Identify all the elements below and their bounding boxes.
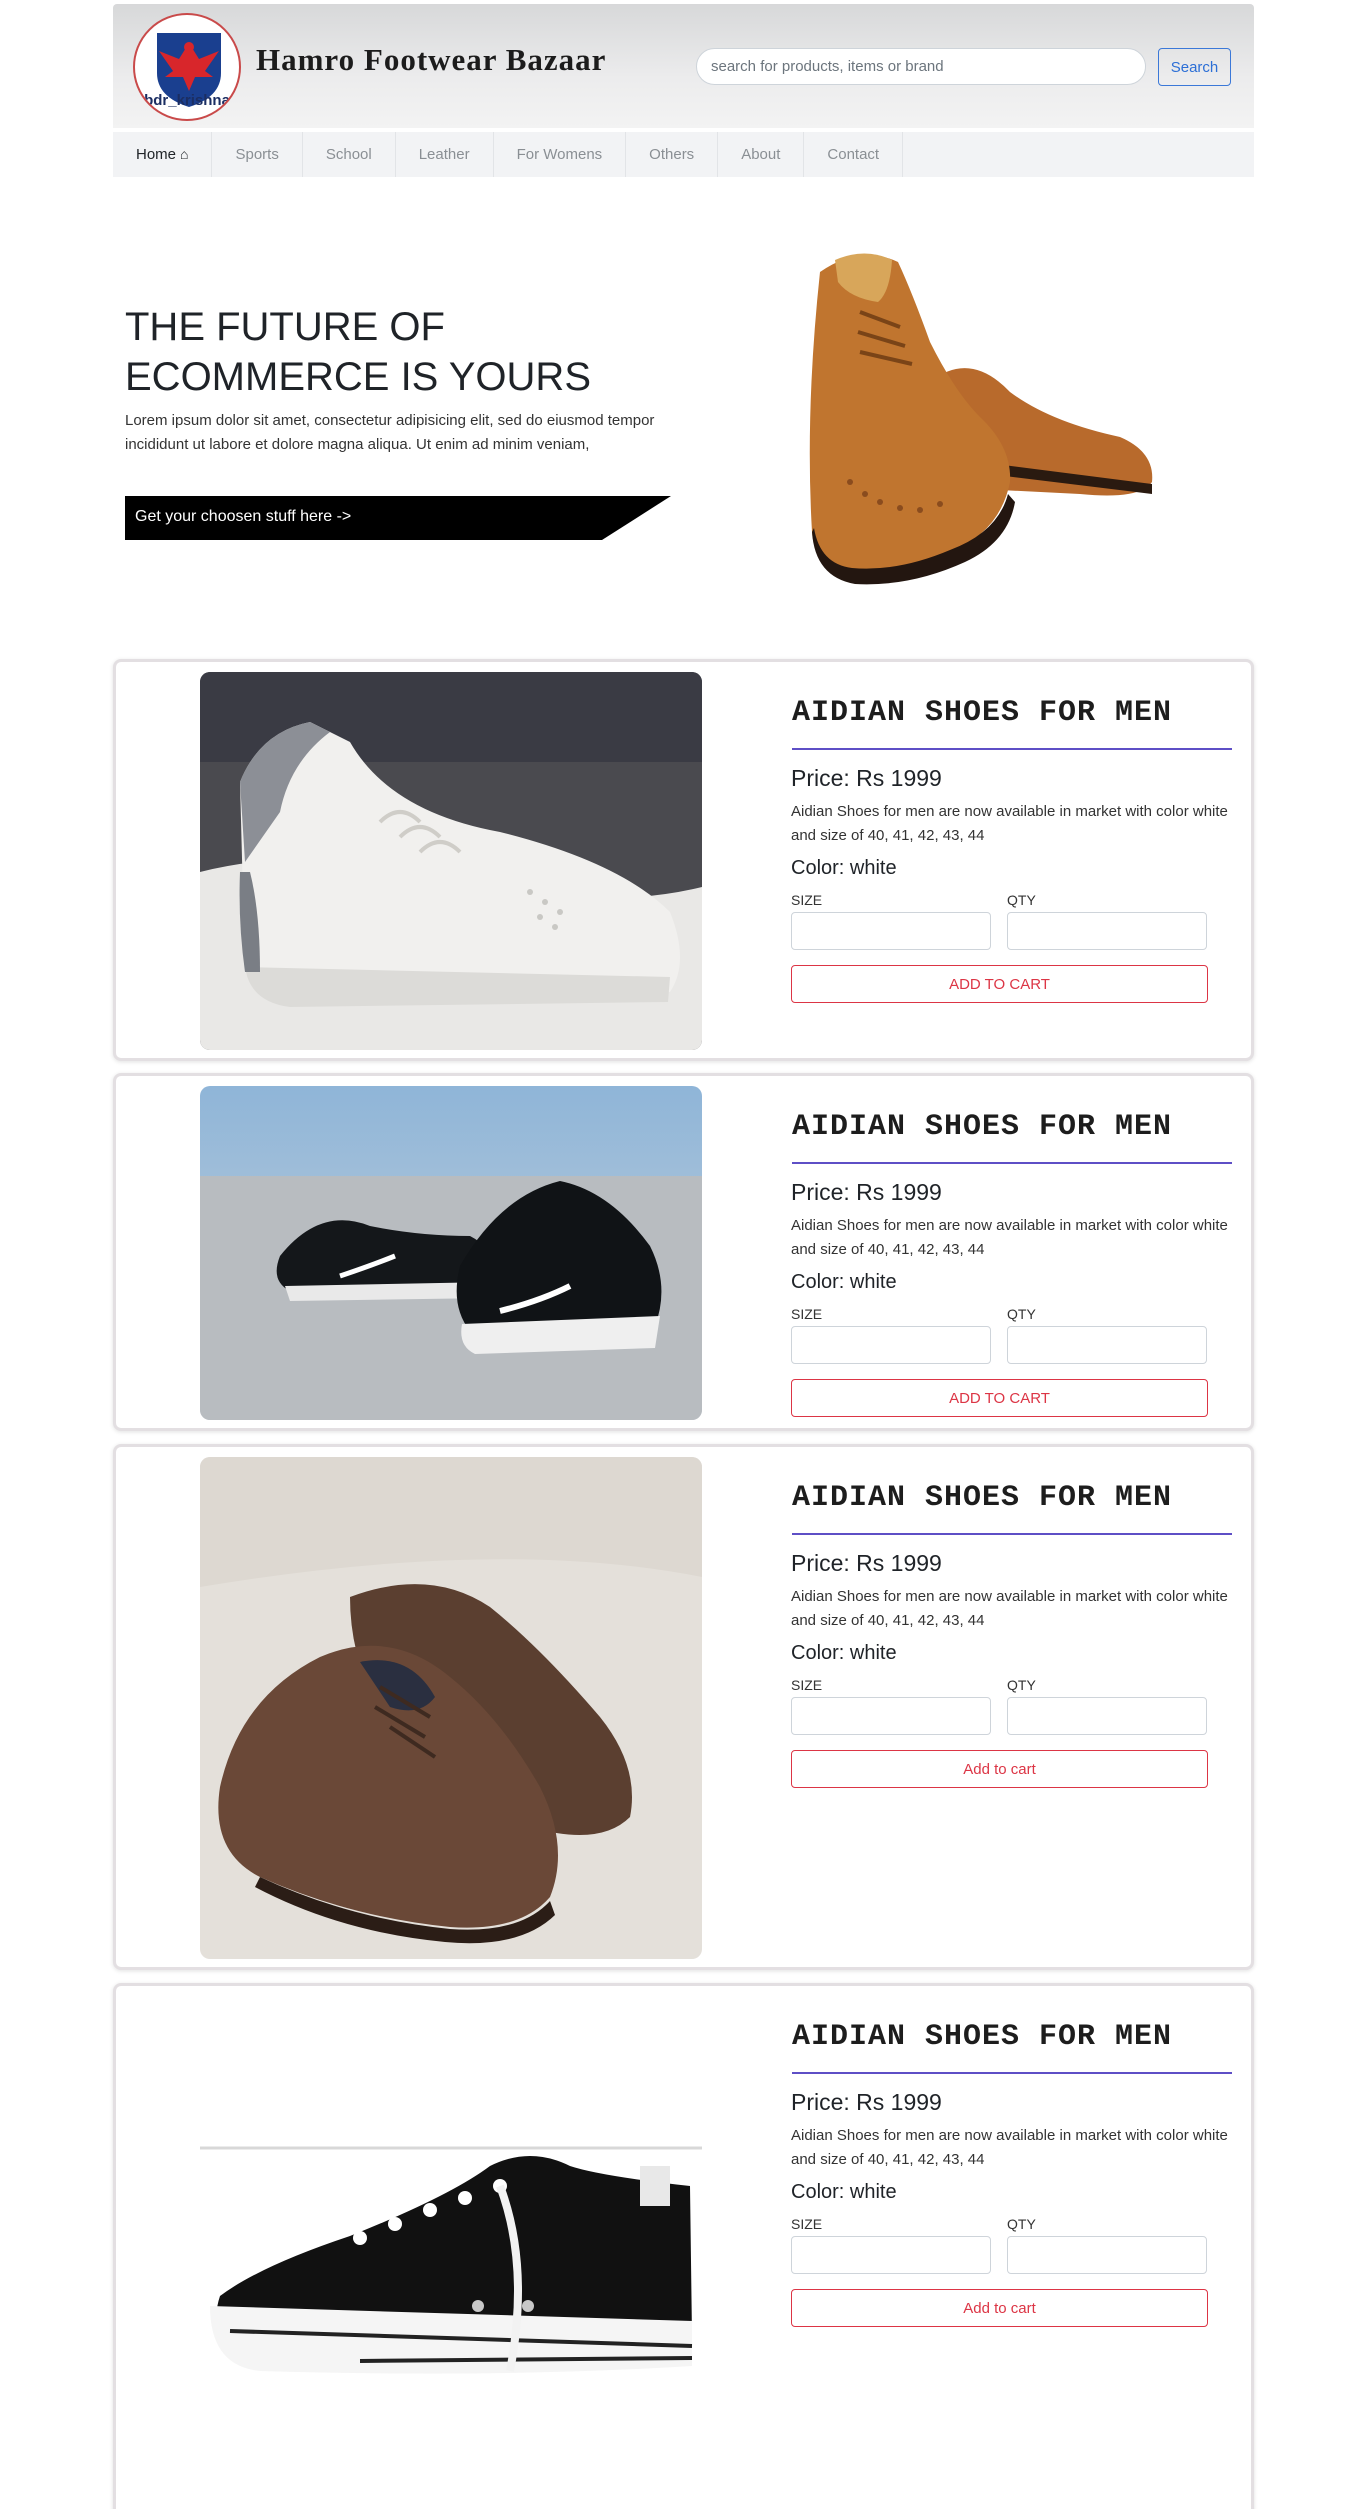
product-title: AIDIAN SHOES FOR MEN bbox=[792, 1481, 1232, 1535]
hero-title-line2: ECOMMERCE IS YOURS bbox=[125, 355, 591, 399]
nav-item-school[interactable]: School bbox=[303, 132, 396, 177]
qty-input[interactable] bbox=[1007, 912, 1207, 950]
qty-label: QTY bbox=[1007, 2216, 1036, 2232]
brand-name[interactable]: Hamro Footwear Bazaar bbox=[256, 42, 606, 78]
site-logo[interactable]: bdr_krishna bbox=[133, 13, 241, 121]
size-label: SIZE bbox=[791, 892, 823, 908]
product-title: AIDIAN SHOES FOR MEN bbox=[792, 2020, 1232, 2074]
add-to-cart-button[interactable]: ADD TO CART bbox=[791, 965, 1208, 1003]
product-description: Aidian Shoes for men are now available i… bbox=[791, 1217, 1228, 1258]
product-price: Price: Rs 1999 bbox=[791, 1550, 942, 1576]
main-nav: Home ⌂ Sports School Leather For Womens O… bbox=[113, 132, 1254, 177]
size-input[interactable] bbox=[791, 1697, 991, 1735]
product-title: AIDIAN SHOES FOR MEN bbox=[792, 1110, 1232, 1164]
product-price: Price: Rs 1999 bbox=[791, 2089, 942, 2115]
product-image[interactable] bbox=[200, 1086, 702, 1420]
nav-item-about[interactable]: About bbox=[718, 132, 805, 177]
product-color: Color: white bbox=[791, 857, 897, 879]
size-input[interactable] bbox=[791, 912, 991, 950]
product-price: Price: Rs 1999 bbox=[791, 1179, 942, 1205]
hero-title: THE FUTURE OF ECOMMERCE IS YOURS bbox=[125, 302, 645, 402]
home-icon: ⌂ bbox=[180, 146, 189, 162]
hero-text: Lorem ipsum dolor sit amet, consectetur … bbox=[125, 412, 655, 453]
size-input[interactable] bbox=[791, 1326, 991, 1364]
product-description: Aidian Shoes for men are now available i… bbox=[791, 2127, 1228, 2168]
add-to-cart-button[interactable]: Add to cart bbox=[791, 2289, 1208, 2327]
size-label: SIZE bbox=[791, 1306, 823, 1322]
product-image[interactable] bbox=[200, 1457, 702, 1959]
qty-label: QTY bbox=[1007, 1306, 1036, 1322]
hero-cta-label: Get your choosen stuff here -> bbox=[135, 508, 352, 525]
hero-brogue-shoe-image bbox=[809, 253, 1153, 585]
nav-item-others[interactable]: Others bbox=[626, 132, 719, 177]
search-button[interactable]: Search bbox=[1158, 48, 1231, 86]
product-color: Color: white bbox=[791, 1271, 897, 1293]
product-title: AIDIAN SHOES FOR MEN bbox=[792, 696, 1232, 750]
logo-text: bdr_krishna bbox=[144, 92, 230, 109]
size-label: SIZE bbox=[791, 1677, 823, 1693]
brown-leather-shoes-photo bbox=[200, 1457, 702, 1959]
product-description: Aidian Shoes for men are now available i… bbox=[791, 803, 1228, 844]
product-description: Aidian Shoes for men are now available i… bbox=[791, 1588, 1228, 1629]
product-card: AIDIAN SHOES FOR MEN Price: Rs 1999 Aidi… bbox=[113, 1444, 1254, 1970]
product-image[interactable] bbox=[200, 2146, 702, 2386]
product-image[interactable] bbox=[200, 672, 702, 1050]
nav-item-leather[interactable]: Leather bbox=[396, 132, 494, 177]
hero-cta-button[interactable]: Get your choosen stuff here -> bbox=[125, 496, 671, 540]
black-sneakers-photo bbox=[200, 1086, 702, 1420]
search-input[interactable] bbox=[696, 48, 1146, 85]
nav-item-label: Home bbox=[136, 146, 177, 163]
qty-input[interactable] bbox=[1007, 1326, 1207, 1364]
qty-input[interactable] bbox=[1007, 1697, 1207, 1735]
nav-item-home[interactable]: Home ⌂ bbox=[113, 132, 213, 177]
size-input[interactable] bbox=[791, 2236, 991, 2274]
qty-input[interactable] bbox=[1007, 2236, 1207, 2274]
product-card: AIDIAN SHOES FOR MEN Price: Rs 1999 Aidi… bbox=[113, 659, 1254, 1061]
nav-item-for-womens[interactable]: For Womens bbox=[494, 132, 627, 177]
qty-label: QTY bbox=[1007, 1677, 1036, 1693]
nav-item-contact[interactable]: Contact bbox=[804, 132, 904, 177]
hero-title-line1: THE FUTURE OF bbox=[125, 305, 445, 349]
site-header: bdr_krishna Hamro Footwear Bazaar Search bbox=[113, 4, 1254, 128]
white-sneaker-photo bbox=[200, 672, 702, 1050]
product-card: AIDIAN SHOES FOR MEN Price: Rs 1999 Aidi… bbox=[113, 1983, 1254, 2509]
product-color: Color: white bbox=[791, 2181, 897, 2203]
product-color: Color: white bbox=[791, 1642, 897, 1664]
add-to-cart-button[interactable]: ADD TO CART bbox=[791, 1379, 1208, 1417]
add-to-cart-button[interactable]: Add to cart bbox=[791, 1750, 1208, 1788]
qty-label: QTY bbox=[1007, 892, 1036, 908]
black-canvas-sneaker-photo bbox=[200, 2146, 702, 2386]
product-price: Price: Rs 1999 bbox=[791, 765, 942, 791]
nav-item-sports[interactable]: Sports bbox=[212, 132, 303, 177]
size-label: SIZE bbox=[791, 2216, 823, 2232]
product-card: AIDIAN SHOES FOR MEN Price: Rs 1999 Aidi… bbox=[113, 1073, 1254, 1431]
